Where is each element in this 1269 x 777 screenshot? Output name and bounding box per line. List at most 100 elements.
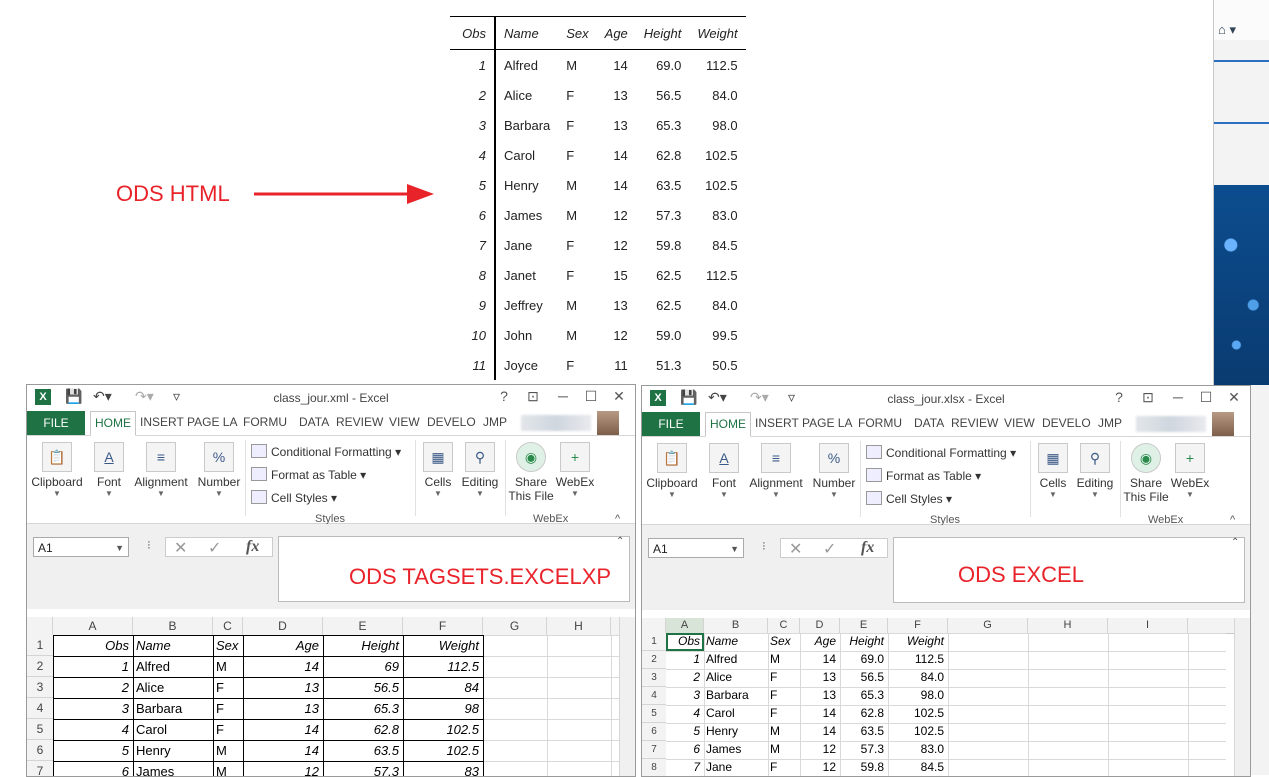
tab-review[interactable]: REVIEW: [951, 416, 998, 430]
column-header[interactable]: C: [768, 618, 800, 633]
data-cell[interactable]: 1: [668, 652, 700, 666]
data-cell[interactable]: 1: [56, 659, 129, 674]
data-cell[interactable]: 14: [246, 743, 319, 758]
column-header[interactable]: E: [840, 618, 888, 633]
data-cell[interactable]: 98: [406, 701, 479, 716]
data-cell[interactable]: 2: [668, 670, 700, 684]
close-icon[interactable]: ✕: [1223, 389, 1245, 406]
tab-home[interactable]: HOME: [90, 411, 136, 436]
cells-button[interactable]: ▦ Cells ▼: [419, 442, 457, 498]
data-cell[interactable]: 69.0: [842, 652, 884, 666]
row-header[interactable]: 3: [27, 677, 53, 698]
data-cell[interactable]: F: [770, 688, 796, 702]
data-cell[interactable]: 57.3: [326, 764, 399, 776]
tab-view[interactable]: VIEW: [1004, 416, 1035, 430]
column-header[interactable]: F: [403, 617, 483, 635]
column-header[interactable]: A: [666, 618, 704, 633]
ribbon-display-icon[interactable]: ⊡: [1137, 389, 1159, 406]
column-header[interactable]: H: [1028, 618, 1108, 633]
avatar[interactable]: [1212, 412, 1234, 436]
data-cell[interactable]: 14: [802, 724, 836, 738]
tab-jmp[interactable]: JMP: [483, 415, 507, 429]
data-cell[interactable]: 5: [668, 724, 700, 738]
column-header[interactable]: D: [243, 617, 323, 635]
avatar[interactable]: [597, 411, 619, 435]
enter-icon[interactable]: ✓: [208, 538, 221, 558]
row-header[interactable]: 7: [642, 741, 666, 759]
data-cell[interactable]: Jane: [706, 760, 764, 774]
data-cell[interactable]: 7: [668, 760, 700, 774]
data-cell[interactable]: 59.8: [842, 760, 884, 774]
data-cell[interactable]: 57.3: [842, 742, 884, 756]
row-header[interactable]: 6: [642, 723, 666, 741]
data-cell[interactable]: 102.5: [406, 743, 479, 758]
row-header[interactable]: 4: [642, 687, 666, 705]
tab-formulas[interactable]: FORMU: [243, 415, 287, 429]
header-cell[interactable]: Height: [842, 634, 884, 648]
cell-styles-button[interactable]: Cell Styles ▾: [251, 490, 337, 505]
data-cell[interactable]: 83.0: [890, 742, 944, 756]
data-cell[interactable]: Carol: [136, 722, 209, 737]
home-icon[interactable]: ⌂ ▾: [1218, 22, 1236, 38]
data-cell[interactable]: 13: [802, 688, 836, 702]
data-cell[interactable]: 3: [668, 688, 700, 702]
row-header[interactable]: 6: [27, 740, 53, 761]
editing-button[interactable]: ⚲ Editing ▼: [1074, 443, 1116, 499]
data-cell[interactable]: Alfred: [706, 652, 764, 666]
data-cell[interactable]: F: [770, 706, 796, 720]
font-button[interactable]: A Font ▼: [89, 442, 129, 498]
data-cell[interactable]: 84.5: [890, 760, 944, 774]
insert-function-icon[interactable]: fx: [861, 539, 874, 557]
column-header[interactable]: E: [323, 617, 403, 635]
data-cell[interactable]: 13: [246, 701, 319, 716]
number-button[interactable]: % Number ▼: [808, 443, 860, 499]
data-cell[interactable]: 62.8: [842, 706, 884, 720]
data-cell[interactable]: 14: [802, 652, 836, 666]
data-cell[interactable]: F: [216, 722, 239, 737]
cell-styles-button[interactable]: Cell Styles ▾: [866, 491, 952, 506]
tab-view[interactable]: VIEW: [389, 415, 420, 429]
collapse-formula-bar-icon[interactable]: ⌃: [616, 536, 624, 547]
data-cell[interactable]: M: [216, 764, 239, 776]
tab-file[interactable]: FILE: [27, 411, 85, 435]
tab-developer[interactable]: DEVELO: [1042, 416, 1091, 430]
webex-button[interactable]: + WebEx ▼: [555, 442, 595, 498]
column-header[interactable]: D: [800, 618, 840, 633]
enter-icon[interactable]: ✓: [823, 539, 836, 559]
data-cell[interactable]: 12: [802, 760, 836, 774]
alignment-button[interactable]: ≡ Alignment ▼: [133, 442, 189, 498]
column-header[interactable]: I: [1108, 618, 1188, 633]
column-header[interactable]: G: [483, 617, 547, 635]
data-cell[interactable]: 65.3: [326, 701, 399, 716]
vertical-scrollbar[interactable]: [619, 617, 635, 776]
data-cell[interactable]: 5: [56, 743, 129, 758]
cells-button[interactable]: ▦ Cells ▼: [1034, 443, 1072, 499]
data-cell[interactable]: 112.5: [406, 659, 479, 674]
tab-data[interactable]: DATA: [299, 415, 329, 429]
data-cell[interactable]: 2: [56, 680, 129, 695]
data-cell[interactable]: F: [770, 760, 796, 774]
data-cell[interactable]: 56.5: [326, 680, 399, 695]
help-icon[interactable]: ?: [493, 388, 515, 404]
data-cell[interactable]: 84: [406, 680, 479, 695]
data-cell[interactable]: 102.5: [890, 706, 944, 720]
data-cell[interactable]: 102.5: [890, 724, 944, 738]
number-button[interactable]: % Number ▼: [193, 442, 245, 498]
data-cell[interactable]: 56.5: [842, 670, 884, 684]
data-cell[interactable]: 4: [668, 706, 700, 720]
column-header[interactable]: F: [888, 618, 948, 633]
header-cell[interactable]: Sex: [216, 638, 239, 653]
data-cell[interactable]: Alice: [136, 680, 209, 695]
tab-developer[interactable]: DEVELO: [427, 415, 476, 429]
webex-button[interactable]: + WebEx ▼: [1170, 443, 1210, 499]
row-header[interactable]: 3: [642, 669, 666, 687]
data-cell[interactable]: 63.5: [842, 724, 884, 738]
tab-jmp[interactable]: JMP: [1098, 416, 1122, 430]
row-header[interactable]: 2: [642, 651, 666, 669]
data-cell[interactable]: 13: [246, 680, 319, 695]
name-box[interactable]: A1 ▼: [33, 537, 129, 557]
name-box[interactable]: A1 ▼: [648, 538, 744, 558]
tab-data[interactable]: DATA: [914, 416, 944, 430]
column-header[interactable]: G: [948, 618, 1028, 633]
cancel-icon[interactable]: ✕: [174, 538, 187, 558]
